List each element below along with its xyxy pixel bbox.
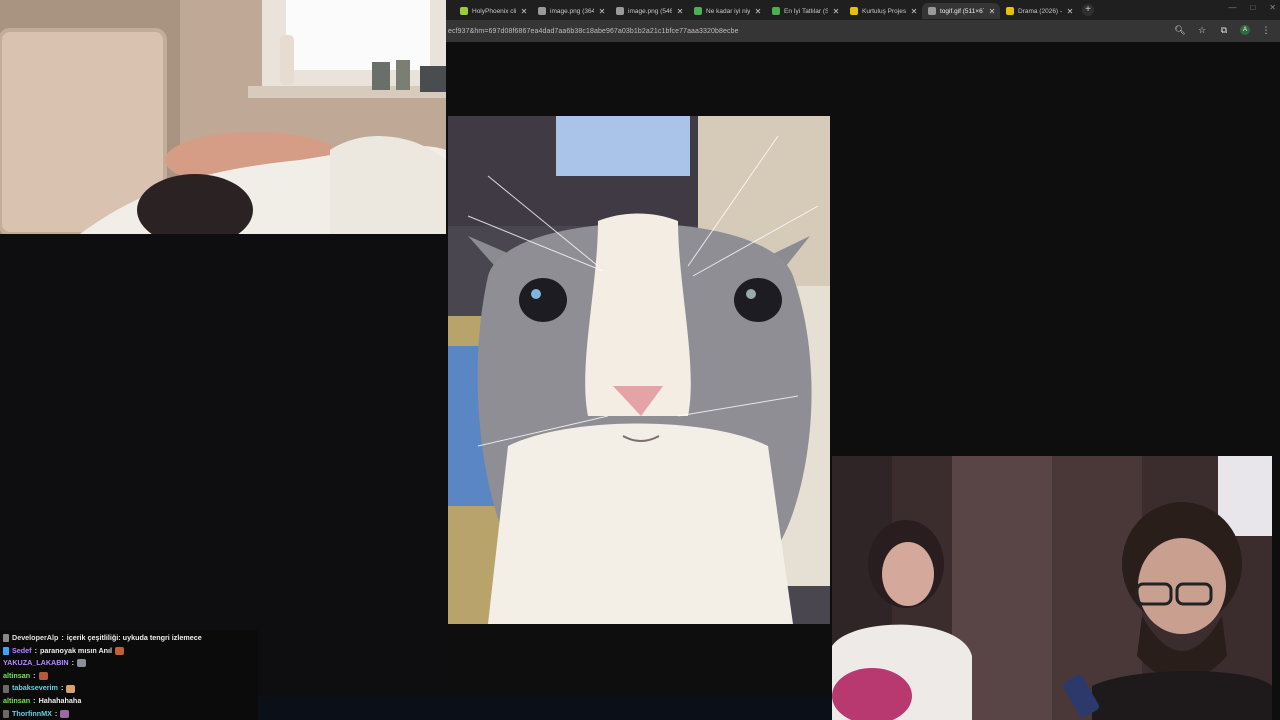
webcam-duo <box>832 456 1272 720</box>
browser-tab[interactable]: image.png (546×54 ✕ <box>610 3 688 19</box>
cat-illustration <box>448 116 830 624</box>
tab-close-icon[interactable]: ✕ <box>754 7 762 16</box>
browser-tab[interactable]: HolyPhoenix clippe ✕ <box>454 3 532 19</box>
chat-text: içerik çeşitliliği: uykuda tengri izleme… <box>66 633 202 642</box>
user-badge-icon <box>3 634 9 643</box>
profile-avatar[interactable]: A <box>1240 25 1250 35</box>
chat-text: Hahahahaha <box>38 695 82 705</box>
chat-separator: : <box>61 633 64 642</box>
tab-close-icon[interactable]: ✕ <box>832 7 840 16</box>
user-badge-icon <box>3 646 9 655</box>
url-text[interactable]: ecf937&hm=697d08f6867ea4dad7aa6b38c18abe… <box>446 28 739 35</box>
chat-emote-icon <box>66 684 76 693</box>
tab-close-icon[interactable]: ✕ <box>988 7 996 16</box>
chat-message: altinsan: <box>3 670 258 683</box>
tab-favicon-icon <box>616 7 624 15</box>
chat-message: YAKUZA_LAKABIN: <box>3 657 258 670</box>
chat-text: paranoyak mısın Anıl <box>39 645 113 655</box>
close-window-icon[interactable]: ✕ <box>1269 3 1276 12</box>
chat-emote-icon <box>60 709 70 718</box>
user-badge-icon <box>3 684 9 693</box>
browser-tab-strip: HolyPhoenix clippe✕image.png (364×20✕ima… <box>446 0 1280 20</box>
browser-tab[interactable]: image.png (364×20 ✕ <box>532 3 610 19</box>
tab-favicon-icon <box>1006 7 1014 15</box>
browser-tab[interactable]: Ne kadar iyi niyetl ✕ <box>688 3 766 19</box>
bookmark-star-icon[interactable]: ☆ <box>1196 24 1208 36</box>
tab-favicon-icon <box>538 7 546 15</box>
browser-tab[interactable]: Drama (2026) - IMD ✕ <box>1000 3 1078 19</box>
tab-close-icon[interactable]: ✕ <box>520 7 528 16</box>
tab-title: image.png (364×20 <box>550 7 594 15</box>
tab-favicon-icon <box>928 7 936 15</box>
chat-username[interactable]: DeveloperAlp <box>12 632 58 645</box>
chat-message: altinsan: Hahahahaha <box>3 695 258 708</box>
chat-separator: : <box>34 645 37 655</box>
browser-tab[interactable] <box>446 3 454 19</box>
tab-title: En İyi Tatlılar (SADE <box>784 7 828 15</box>
browser-tab[interactable]: Kurtuluş Projesi (20 ✕ <box>844 3 922 19</box>
chat-username[interactable]: altinsan <box>3 695 30 708</box>
chat-separator: : <box>60 683 64 693</box>
chat-separator: : <box>33 670 36 680</box>
chat-message: DeveloperAlp: içerik çeşitliliği: uykuda … <box>3 632 258 645</box>
address-bar[interactable]: ecf937&hm=697d08f6867ea4dad7aa6b38c18abe… <box>446 20 1280 42</box>
zoom-icon[interactable]: 🔍︎ <box>1174 24 1186 36</box>
chat-username[interactable]: YAKUZA_LAKABIN <box>3 657 69 670</box>
chat-username[interactable]: tabakseverim <box>12 682 58 695</box>
tab-title: image.png (546×54 <box>628 7 672 15</box>
chat-emote-icon <box>77 659 87 668</box>
stream-chat-overlay: DeveloperAlp: içerik çeşitliliği: uykuda … <box>0 630 258 720</box>
browser-tab[interactable]: En İyi Tatlılar (SADE ✕ <box>766 3 844 19</box>
tab-favicon-icon <box>772 7 780 15</box>
tab-title: Ne kadar iyi niyetl <box>706 7 750 15</box>
chat-separator: : <box>33 695 36 705</box>
maximize-icon[interactable]: □ <box>1250 3 1255 12</box>
tab-title: togif.gif (511×678) <box>940 7 984 15</box>
tab-close-icon[interactable]: ✕ <box>1066 7 1074 16</box>
tab-title: Drama (2026) - IMD <box>1018 7 1062 15</box>
chat-message: ThorfinnMX: <box>3 708 258 720</box>
browser-tab[interactable]: togif.gif (511×678) ✕ <box>922 3 1000 19</box>
menu-kebab-icon[interactable]: ⋮ <box>1260 24 1272 36</box>
chat-separator: : <box>71 658 75 668</box>
extensions-icon[interactable]: ⧉ <box>1218 24 1230 36</box>
cat-photo <box>448 116 830 624</box>
duo-scene <box>832 456 1272 720</box>
webcam-streamer-bedroom <box>0 0 446 234</box>
chat-username[interactable]: ThorfinnMX <box>12 708 52 720</box>
tab-title: HolyPhoenix clippe <box>472 7 516 15</box>
tab-close-icon[interactable]: ✕ <box>910 7 918 16</box>
chat-username[interactable]: Sedef <box>12 645 32 658</box>
minimize-icon[interactable]: — <box>1228 3 1236 12</box>
tab-close-icon[interactable]: ✕ <box>598 7 606 16</box>
chat-emote-icon <box>38 672 48 681</box>
chat-username[interactable]: altinsan <box>3 670 30 683</box>
new-tab-button[interactable]: + <box>1082 4 1094 16</box>
chat-message: tabakseverim: <box>3 682 258 695</box>
address-bar-actions: 🔍︎ ☆ ⧉ A ⋮ <box>1174 24 1272 36</box>
tab-favicon-icon <box>694 7 702 15</box>
chat-message: Sedef: paranoyak mısın Anıl <box>3 645 258 658</box>
window-controls: — □ ✕ <box>1228 3 1276 12</box>
tab-close-icon[interactable]: ✕ <box>676 7 684 16</box>
bedroom-scene <box>0 0 446 234</box>
user-badge-icon <box>3 709 9 718</box>
chat-separator: : <box>54 708 58 718</box>
tab-favicon-icon <box>850 7 858 15</box>
tab-title: Kurtuluş Projesi (20 <box>862 7 906 15</box>
bottom-strip <box>258 696 832 720</box>
tab-favicon-icon <box>460 7 468 15</box>
chat-emote-icon <box>115 646 125 655</box>
